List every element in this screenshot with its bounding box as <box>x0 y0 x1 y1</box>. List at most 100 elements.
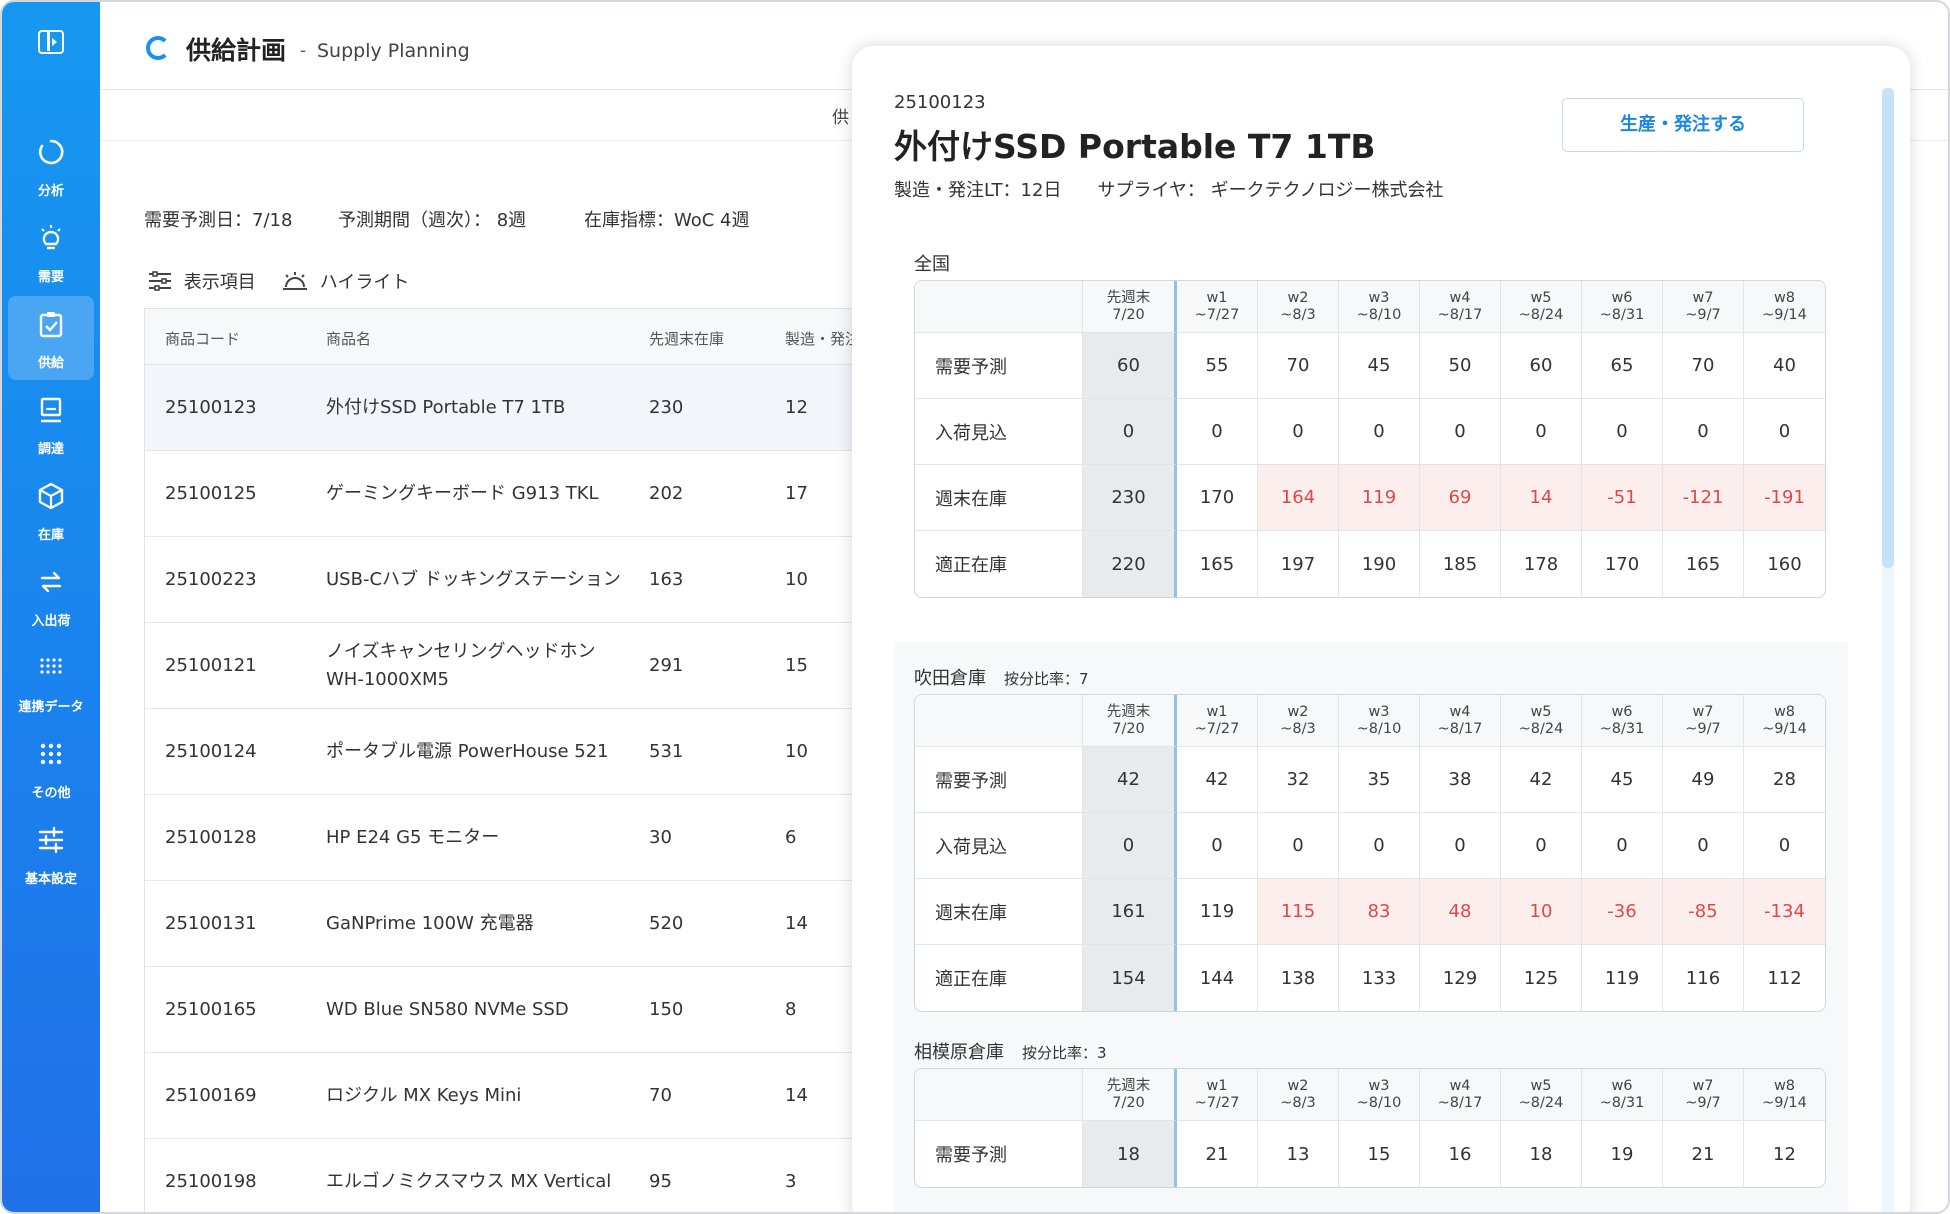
table-row[interactable]: 25100198 エルゴノミクスマウス MX Vertical 95 3 <box>145 1139 903 1212</box>
grid-value[interactable]: 0 <box>1420 813 1501 879</box>
grid-value[interactable]: 0 <box>1083 399 1177 465</box>
grid-value[interactable]: 0 <box>1339 399 1420 465</box>
grid-value[interactable]: 185 <box>1420 531 1501 597</box>
nav-item-integration[interactable]: 連携データ <box>8 640 94 724</box>
grid-value[interactable]: 170 <box>1177 465 1258 531</box>
grid-value[interactable]: 0 <box>1744 813 1825 879</box>
grid-value[interactable]: 190 <box>1339 531 1420 597</box>
grid-value[interactable]: 45 <box>1582 747 1663 813</box>
grid-value[interactable]: 12 <box>1744 1121 1825 1187</box>
grid-value[interactable]: 49 <box>1663 747 1744 813</box>
grid-value[interactable]: 60 <box>1501 333 1582 399</box>
grid-value[interactable]: 35 <box>1339 747 1420 813</box>
grid-value[interactable]: 16 <box>1420 1121 1501 1187</box>
grid-value[interactable]: 115 <box>1258 879 1339 945</box>
grid-value[interactable]: 18 <box>1501 1121 1582 1187</box>
grid-value[interactable]: 133 <box>1339 945 1420 1011</box>
grid-value[interactable]: 15 <box>1339 1121 1420 1187</box>
grid-value[interactable]: 0 <box>1744 399 1825 465</box>
nav-item-procurement[interactable]: 調達 <box>8 382 94 466</box>
grid-value[interactable]: 230 <box>1083 465 1177 531</box>
grid-value[interactable]: 116 <box>1663 945 1744 1011</box>
grid-value[interactable]: 45 <box>1339 333 1420 399</box>
grid-value[interactable]: 178 <box>1501 531 1582 597</box>
grid-value[interactable]: 0 <box>1083 813 1177 879</box>
grid-value[interactable]: 160 <box>1744 531 1825 597</box>
grid-value[interactable]: 40 <box>1744 333 1825 399</box>
grid-value[interactable]: 125 <box>1501 945 1582 1011</box>
display-items-button[interactable]: 表示項目 <box>148 268 256 294</box>
grid-value[interactable]: 0 <box>1258 399 1339 465</box>
grid-value[interactable]: -51 <box>1582 465 1663 531</box>
grid-value[interactable]: 28 <box>1744 747 1825 813</box>
grid-value[interactable]: -121 <box>1663 465 1744 531</box>
grid-value[interactable]: 0 <box>1420 399 1501 465</box>
panel-scrollbar-thumb[interactable] <box>1882 88 1894 568</box>
grid-value[interactable]: 112 <box>1744 945 1825 1011</box>
grid-value[interactable]: -134 <box>1744 879 1825 945</box>
grid-value[interactable]: -36 <box>1582 879 1663 945</box>
grid-value[interactable]: 55 <box>1177 333 1258 399</box>
grid-value[interactable]: 14 <box>1501 465 1582 531</box>
grid-value[interactable]: 0 <box>1582 399 1663 465</box>
table-row[interactable]: 25100121 ノイズキャンセリングヘッドホン WH-1000XM5 291 15 <box>145 623 903 709</box>
grid-value[interactable]: 0 <box>1663 399 1744 465</box>
grid-value[interactable]: 10 <box>1501 879 1582 945</box>
order-button[interactable]: 生産・発注する <box>1562 98 1804 152</box>
grid-value[interactable]: 220 <box>1083 531 1177 597</box>
col-header-name[interactable]: 商品名 <box>326 328 371 349</box>
grid-value[interactable]: 65 <box>1582 333 1663 399</box>
grid-value[interactable]: 0 <box>1501 399 1582 465</box>
nav-item-analysis[interactable]: 分析 <box>8 124 94 208</box>
grid-value[interactable]: 42 <box>1501 747 1582 813</box>
grid-value[interactable]: 21 <box>1663 1121 1744 1187</box>
nav-item-supply[interactable]: 供給 <box>8 296 94 380</box>
highlight-button[interactable]: ハイライト <box>282 268 409 294</box>
grid-value[interactable]: 42 <box>1177 747 1258 813</box>
grid-value[interactable]: 165 <box>1663 531 1744 597</box>
grid-value[interactable]: 165 <box>1177 531 1258 597</box>
grid-value[interactable]: 138 <box>1258 945 1339 1011</box>
grid-value[interactable]: 42 <box>1083 747 1177 813</box>
table-row[interactable]: 25100125 ゲーミングキーボード G913 TKL 202 17 <box>145 451 903 537</box>
col-header-stock[interactable]: 先週末在庫 <box>649 328 724 349</box>
grid-value[interactable]: 18 <box>1083 1121 1177 1187</box>
grid-value[interactable]: 119 <box>1339 465 1420 531</box>
grid-value[interactable]: 70 <box>1258 333 1339 399</box>
grid-value[interactable]: 0 <box>1663 813 1744 879</box>
nav-item-demand[interactable]: 需要 <box>8 210 94 294</box>
grid-value[interactable]: -191 <box>1744 465 1825 531</box>
table-row[interactable]: 25100123 外付けSSD Portable T7 1TB 230 12 <box>145 365 903 451</box>
grid-value[interactable]: 119 <box>1177 879 1258 945</box>
grid-value[interactable]: -85 <box>1663 879 1744 945</box>
grid-value[interactable]: 21 <box>1177 1121 1258 1187</box>
grid-value[interactable]: 0 <box>1177 399 1258 465</box>
grid-value[interactable]: 0 <box>1258 813 1339 879</box>
grid-value[interactable]: 50 <box>1420 333 1501 399</box>
grid-value[interactable]: 197 <box>1258 531 1339 597</box>
grid-value[interactable]: 161 <box>1083 879 1177 945</box>
grid-value[interactable]: 32 <box>1258 747 1339 813</box>
grid-value[interactable]: 48 <box>1420 879 1501 945</box>
col-header-code[interactable]: 商品コード <box>165 328 240 349</box>
table-row[interactable]: 25100165 WD Blue SN580 NVMe SSD 150 8 <box>145 967 903 1053</box>
grid-value[interactable]: 164 <box>1258 465 1339 531</box>
table-row[interactable]: 25100124 ポータブル電源 PowerHouse 521 531 10 <box>145 709 903 795</box>
grid-value[interactable]: 13 <box>1258 1121 1339 1187</box>
nav-item-inventory[interactable]: 在庫 <box>8 468 94 552</box>
col-header-lt[interactable]: 製造・発注 <box>785 328 860 349</box>
grid-value[interactable]: 144 <box>1177 945 1258 1011</box>
grid-value[interactable]: 38 <box>1420 747 1501 813</box>
grid-value[interactable]: 70 <box>1663 333 1744 399</box>
grid-value[interactable]: 0 <box>1339 813 1420 879</box>
grid-value[interactable]: 0 <box>1582 813 1663 879</box>
grid-value[interactable]: 119 <box>1582 945 1663 1011</box>
nav-item-other[interactable]: その他 <box>8 726 94 810</box>
grid-value[interactable]: 170 <box>1582 531 1663 597</box>
nav-item-inout[interactable]: 入出荷 <box>8 554 94 638</box>
sidebar-toggle-icon[interactable] <box>38 30 64 54</box>
grid-value[interactable]: 0 <box>1177 813 1258 879</box>
grid-value[interactable]: 129 <box>1420 945 1501 1011</box>
grid-value[interactable]: 83 <box>1339 879 1420 945</box>
table-row[interactable]: 25100131 GaNPrime 100W 充電器 520 14 <box>145 881 903 967</box>
